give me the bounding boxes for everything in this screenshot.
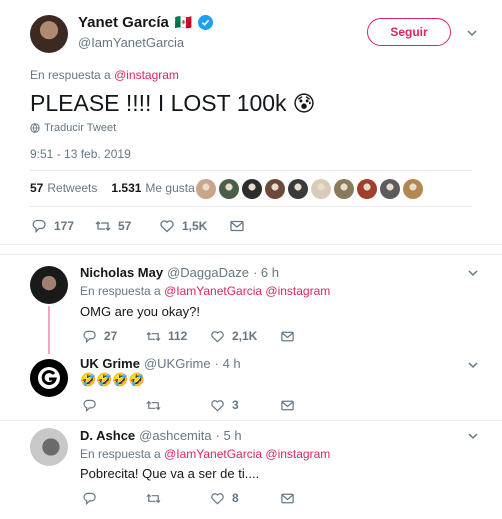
retweet-button[interactable]: 112 bbox=[144, 327, 208, 345]
envelope-icon bbox=[278, 327, 296, 345]
chevron-down-icon[interactable] bbox=[466, 358, 480, 375]
reply-icon bbox=[80, 327, 98, 345]
reply-avatar[interactable] bbox=[30, 266, 68, 304]
reply-author-handle[interactable]: @ashcemita bbox=[139, 428, 211, 443]
like-button[interactable]: 2,1K bbox=[208, 327, 278, 345]
reply-to-link[interactable]: @IamYanetGarcia bbox=[164, 447, 262, 461]
reply-to-link[interactable]: @IamYanetGarcia bbox=[164, 284, 262, 298]
liker-avatar[interactable] bbox=[196, 179, 216, 199]
retweets-label[interactable]: Retweets bbox=[47, 181, 97, 195]
liker-avatar[interactable] bbox=[380, 179, 400, 199]
retweet-count: 57 bbox=[118, 219, 132, 233]
liker-avatar[interactable] bbox=[334, 179, 354, 199]
reply-author-name[interactable]: D. Ashce bbox=[80, 428, 135, 443]
reply-prefix: En respuesta a bbox=[30, 68, 111, 82]
verified-icon bbox=[198, 15, 214, 30]
thread-line bbox=[48, 306, 50, 354]
translate-label: Traducir Tweet bbox=[44, 122, 117, 134]
retweet-button[interactable]: 57 bbox=[94, 217, 158, 235]
translate-link[interactable]: Traducir Tweet bbox=[30, 122, 116, 134]
like-count: 1,5K bbox=[182, 219, 208, 233]
likes-label[interactable]: Me gusta bbox=[145, 181, 194, 195]
chevron-down-icon[interactable] bbox=[466, 266, 480, 283]
heart-icon bbox=[208, 489, 226, 507]
reply-text: 🤣🤣🤣🤣 bbox=[80, 372, 145, 387]
dm-button[interactable] bbox=[278, 489, 302, 507]
author-handle[interactable]: @IamYanetGarcia bbox=[78, 35, 184, 50]
reply-text: Pobrecita! Que va a ser de ti.... bbox=[80, 466, 260, 481]
retweet-button[interactable] bbox=[144, 396, 208, 414]
reply-prefix: En respuesta a bbox=[80, 447, 161, 461]
chevron-down-icon[interactable] bbox=[465, 26, 479, 43]
flag-icon: 🇲🇽 bbox=[174, 14, 193, 30]
reply-author-name[interactable]: UK Grime bbox=[80, 356, 140, 371]
dm-button[interactable] bbox=[228, 217, 252, 235]
retweet-icon bbox=[144, 489, 162, 507]
reply-to-link[interactable]: @instagram bbox=[114, 68, 179, 82]
envelope-icon bbox=[278, 489, 296, 507]
reply-icon bbox=[30, 217, 48, 235]
grime-logo-icon bbox=[38, 367, 60, 389]
liker-avatar[interactable] bbox=[288, 179, 308, 199]
reply-to-link[interactable]: @instagram bbox=[265, 447, 330, 461]
reply-avatar[interactable] bbox=[30, 428, 68, 466]
author-name[interactable]: Yanet García bbox=[78, 14, 169, 31]
like-button[interactable]: 3 bbox=[208, 396, 278, 414]
retweets-count[interactable]: 57 bbox=[30, 181, 43, 195]
reply-time[interactable]: · 6 h bbox=[253, 265, 279, 280]
follow-label: Seguir bbox=[390, 25, 428, 39]
tweet-text: PLEASE !!!! I LOST 100k bbox=[30, 90, 287, 116]
retweet-button[interactable] bbox=[144, 489, 208, 507]
like-count: 8 bbox=[232, 491, 239, 505]
reply-count: 27 bbox=[104, 329, 118, 343]
liker-avatar[interactable] bbox=[265, 179, 285, 199]
like-count: 2,1K bbox=[232, 329, 258, 343]
liker-avatar[interactable] bbox=[403, 179, 423, 199]
liker-avatar[interactable] bbox=[357, 179, 377, 199]
reply-button[interactable]: 27 bbox=[80, 327, 144, 345]
liker-avatar[interactable] bbox=[311, 179, 331, 199]
heart-icon bbox=[208, 327, 226, 345]
envelope-icon bbox=[278, 396, 296, 414]
dm-button[interactable] bbox=[278, 327, 302, 345]
heart-icon bbox=[208, 396, 226, 414]
chevron-down-icon[interactable] bbox=[466, 429, 480, 446]
tweet-timestamp[interactable]: 9:51 - 13 feb. 2019 bbox=[30, 147, 131, 161]
dm-button[interactable] bbox=[278, 396, 302, 414]
retweet-icon bbox=[94, 217, 112, 235]
like-button[interactable]: 8 bbox=[208, 489, 278, 507]
follow-button[interactable]: Seguir bbox=[367, 18, 451, 46]
likes-count[interactable]: 1.531 bbox=[111, 181, 141, 195]
envelope-icon bbox=[228, 217, 246, 235]
author-avatar[interactable] bbox=[30, 15, 68, 53]
like-button[interactable]: 1,5K bbox=[158, 217, 228, 235]
reply-text: OMG are you okay?! bbox=[80, 304, 200, 319]
reply-button[interactable] bbox=[80, 396, 144, 414]
heart-icon bbox=[158, 217, 176, 235]
retweet-icon bbox=[144, 327, 162, 345]
retweet-icon bbox=[144, 396, 162, 414]
reply-time[interactable]: · 5 h bbox=[216, 428, 242, 443]
anxious-face-emoji: 😰 bbox=[292, 90, 316, 116]
reply-avatar[interactable] bbox=[30, 359, 68, 397]
reply-author-handle[interactable]: @UKGrime bbox=[144, 356, 211, 371]
like-count: 3 bbox=[232, 398, 239, 412]
retweet-count: 112 bbox=[168, 329, 188, 343]
reply-time[interactable]: · 4 h bbox=[215, 356, 241, 371]
reply-count: 177 bbox=[54, 219, 75, 233]
globe-icon bbox=[30, 123, 40, 133]
reply-to-link[interactable]: @instagram bbox=[265, 284, 330, 298]
reply-author-name[interactable]: Nicholas May bbox=[80, 265, 163, 280]
reply-button[interactable]: 177 bbox=[30, 217, 94, 235]
liker-avatar[interactable] bbox=[219, 179, 239, 199]
reply-author-handle[interactable]: @DaggaDaze bbox=[167, 265, 249, 280]
reply-icon bbox=[80, 489, 98, 507]
likers-avatars[interactable] bbox=[196, 179, 426, 199]
reply-button[interactable] bbox=[80, 489, 144, 507]
reply-prefix: En respuesta a bbox=[80, 284, 161, 298]
liker-avatar[interactable] bbox=[242, 179, 262, 199]
reply-icon bbox=[80, 396, 98, 414]
